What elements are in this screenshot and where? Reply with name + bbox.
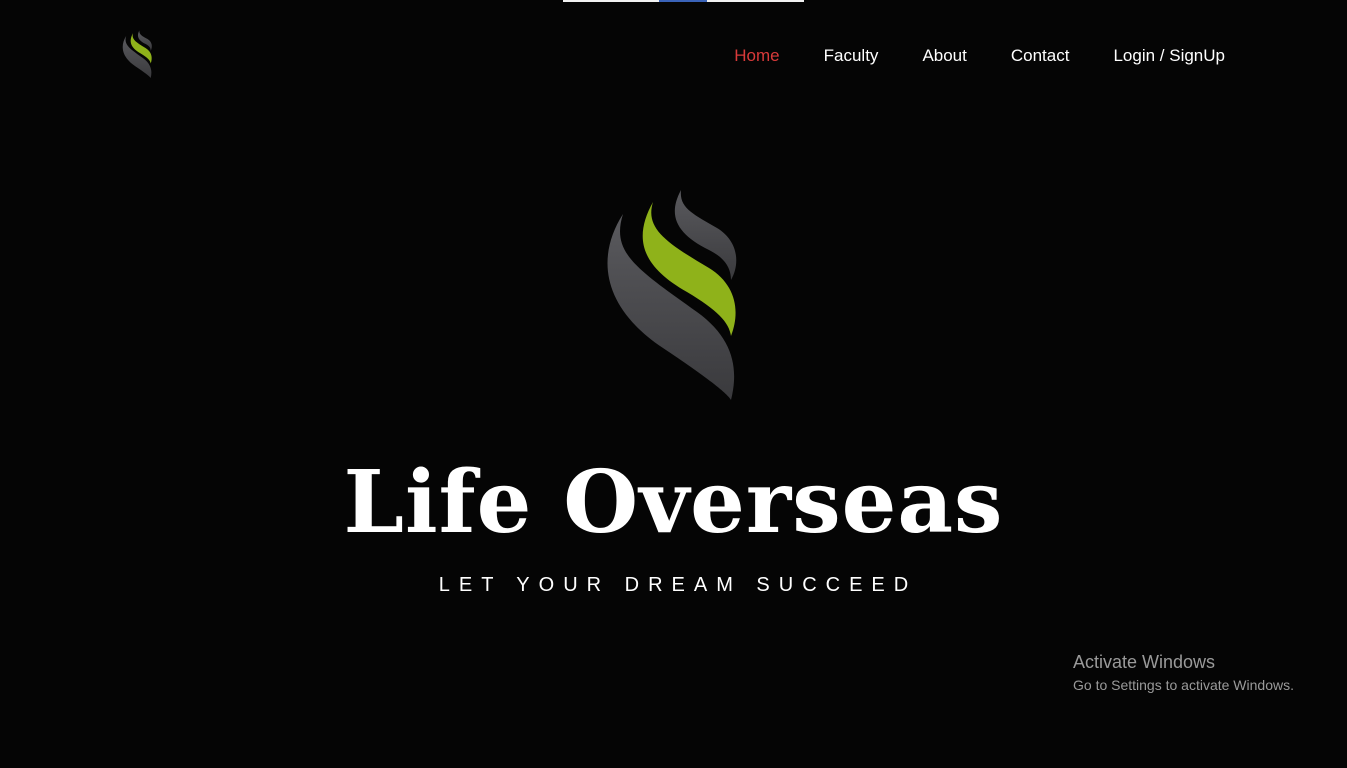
nav-about[interactable]: About: [922, 44, 966, 68]
activate-windows-title: Activate Windows: [1073, 652, 1216, 672]
page: Home Faculty About Contact Login / SignU…: [0, 0, 1347, 768]
activate-windows-subtitle: Go to Settings to activate Windows.: [1073, 677, 1294, 693]
nav-faculty[interactable]: Faculty: [824, 44, 879, 68]
activate-windows-watermark: Activate Windows Go to Settings to activ…: [1073, 650, 1294, 695]
main-nav: Home Faculty About Contact Login / SignU…: [690, 44, 1225, 68]
flame-logo-icon[interactable]: [122, 30, 154, 78]
hero-flame-logo-icon: [607, 190, 737, 400]
nav-login-signup[interactable]: Login / SignUp: [1113, 44, 1225, 68]
top-scroll-indicator: [563, 0, 804, 2]
hero-title: Life Overseas: [343, 452, 1004, 553]
nav-contact[interactable]: Contact: [1011, 44, 1070, 68]
nav-home[interactable]: Home: [734, 44, 779, 68]
top-scroll-indicator-thumb: [659, 0, 707, 2]
hero-tagline: LET YOUR DREAM SUCCEED: [438, 574, 918, 596]
